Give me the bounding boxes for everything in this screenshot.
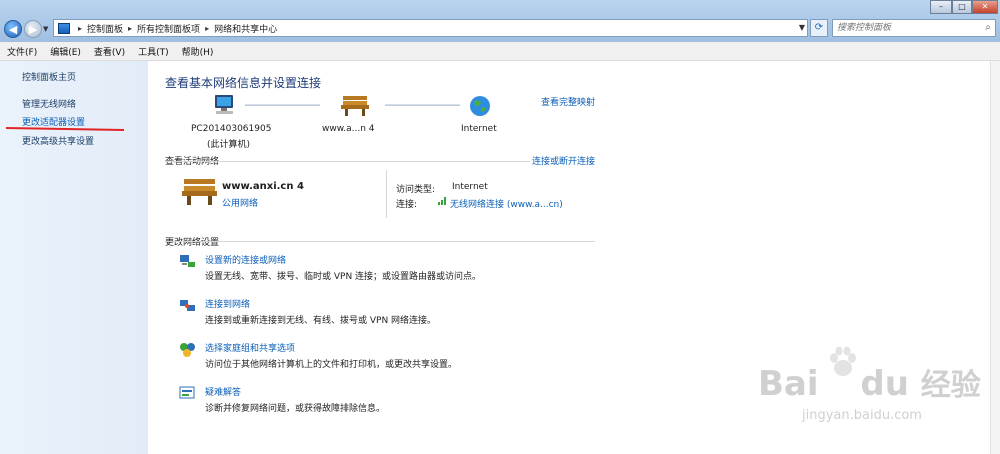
breadcrumb-control-panel[interactable]: 控制面板 bbox=[87, 22, 123, 35]
scrollbar[interactable] bbox=[990, 61, 1000, 454]
minimize-button[interactable]: – bbox=[930, 0, 952, 14]
search-icon[interactable]: ⌕ bbox=[985, 22, 991, 33]
connect-network-icon bbox=[180, 300, 195, 311]
menu-view[interactable]: 查看(V) bbox=[94, 45, 125, 58]
back-button[interactable]: ◀ bbox=[4, 20, 22, 38]
map-internet-label: Internet bbox=[461, 124, 497, 134]
arrow-right-icon: ▶ bbox=[28, 22, 38, 36]
network-bench-icon bbox=[341, 96, 369, 116]
arrow-left-icon: ◀ bbox=[8, 22, 18, 36]
computer-sub: (此计算机) bbox=[207, 140, 251, 150]
menu-bar: 文件(F) 编辑(E) 查看(V) 工具(T) 帮助(H) bbox=[0, 42, 1000, 61]
menu-tools[interactable]: 工具(T) bbox=[138, 45, 169, 58]
menu-file[interactable]: 文件(F) bbox=[7, 45, 37, 58]
sidebar-item-home[interactable]: 控制面板主页 bbox=[22, 70, 76, 83]
access-type-label: 访问类型: bbox=[396, 185, 436, 195]
address-dropdown-icon[interactable]: ▼ bbox=[799, 23, 805, 32]
search-input[interactable] bbox=[837, 21, 977, 35]
refresh-button[interactable]: ⟳ bbox=[810, 19, 828, 37]
title-bar: – □ ✕ ◀ ▶ ▼ ▸ 控制面板 ▸ 所有控制面板项 ▸ 网络和共享中心 ▼… bbox=[0, 0, 1000, 42]
active-network-name: www.anxi.cn 4 bbox=[222, 181, 304, 192]
signal-bars-icon bbox=[438, 197, 446, 205]
task-homegroup-desc: 访问位于其他网络计算机上的文件和打印机，或更改共享设置。 bbox=[205, 360, 458, 370]
task-new-connection-desc: 设置无线、宽带、拨号、临时或 VPN 连接；或设置路由器或访问点。 bbox=[205, 272, 482, 282]
troubleshoot-icon bbox=[179, 386, 195, 399]
network-type-link[interactable]: 公用网络 bbox=[222, 196, 258, 209]
refresh-icon: ⟳ bbox=[814, 22, 824, 33]
globe-icon bbox=[470, 96, 490, 116]
wireless-connection-link[interactable]: 无线网络连接 (www.a...cn) bbox=[450, 197, 563, 210]
network-bench-icon bbox=[182, 179, 217, 205]
connection-label: 连接: bbox=[396, 200, 418, 210]
divider bbox=[165, 241, 595, 242]
access-type-value: Internet bbox=[452, 182, 488, 192]
computer-name: PC201403061905 bbox=[191, 124, 272, 134]
forward-button[interactable]: ▶ bbox=[24, 20, 42, 38]
breadcrumb-all-items[interactable]: 所有控制面板项 bbox=[137, 22, 200, 35]
full-map-link[interactable]: 查看完整映射 bbox=[541, 95, 595, 108]
task-homegroup-link[interactable]: 选择家庭组和共享选项 bbox=[205, 341, 295, 354]
sidebar: 控制面板主页 管理无线网络 更改适配器设置 更改高级共享设置 bbox=[0, 61, 148, 454]
connect-disconnect-link[interactable]: 连接或断开连接 bbox=[532, 154, 595, 167]
task-troubleshoot-desc: 诊断并修复网络问题，或获得故障排除信息。 bbox=[205, 404, 386, 414]
task-connect-network-desc: 连接到或重新连接到无线、有线、拨号或 VPN 网络连接。 bbox=[205, 316, 437, 326]
network-link-line bbox=[245, 104, 320, 106]
network-link-line bbox=[385, 104, 460, 106]
control-panel-icon bbox=[58, 22, 70, 34]
menu-help[interactable]: 帮助(H) bbox=[182, 45, 214, 58]
chevron-right-icon[interactable]: ▸ bbox=[128, 24, 132, 33]
watermark-url: jingyan.baidu.com bbox=[802, 408, 922, 423]
watermark-brand: Bai du 经验 bbox=[758, 364, 981, 404]
sidebar-item-manage-wireless[interactable]: 管理无线网络 bbox=[22, 97, 76, 110]
computer-icon bbox=[215, 95, 233, 114]
close-button[interactable]: ✕ bbox=[972, 0, 998, 14]
page-title: 查看基本网络信息并设置连接 bbox=[165, 76, 322, 90]
divider bbox=[165, 161, 530, 162]
map-network-name: www.a...n 4 bbox=[322, 124, 375, 134]
maximize-button[interactable]: □ bbox=[952, 0, 972, 14]
address-bar[interactable]: ▸ 控制面板 ▸ 所有控制面板项 ▸ 网络和共享中心 ▼ bbox=[53, 19, 808, 37]
chevron-right-icon[interactable]: ▸ bbox=[78, 24, 82, 33]
recent-pages-dropdown[interactable]: ▼ bbox=[43, 25, 48, 33]
chevron-right-icon[interactable]: ▸ bbox=[205, 24, 209, 33]
menu-edit[interactable]: 编辑(E) bbox=[50, 45, 81, 58]
sidebar-item-advanced-sharing[interactable]: 更改高级共享设置 bbox=[22, 134, 94, 147]
divider bbox=[386, 170, 387, 218]
task-connect-network-link[interactable]: 连接到网络 bbox=[205, 297, 250, 310]
sidebar-item-adapter-settings[interactable]: 更改适配器设置 bbox=[22, 115, 85, 128]
new-connection-icon bbox=[180, 255, 195, 267]
homegroup-icon bbox=[180, 343, 195, 357]
search-box[interactable]: ⌕ bbox=[832, 19, 996, 37]
task-troubleshoot-link[interactable]: 疑难解答 bbox=[205, 385, 241, 398]
breadcrumb-network-center[interactable]: 网络和共享中心 bbox=[214, 22, 277, 35]
task-new-connection-link[interactable]: 设置新的连接或网络 bbox=[205, 253, 286, 266]
